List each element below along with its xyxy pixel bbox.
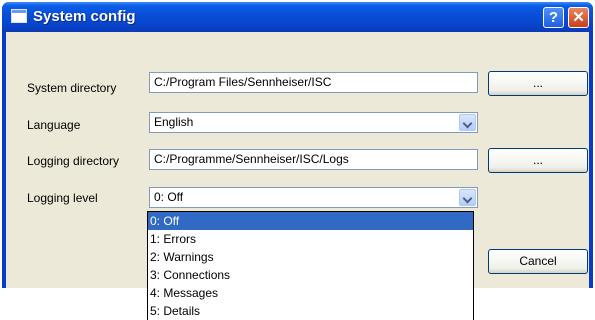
dropdown-option[interactable]: 3: Connections — [148, 266, 473, 284]
language-select[interactable]: English — [149, 112, 478, 133]
title-bar[interactable]: System config ? ✕ — [2, 2, 593, 32]
dropdown-option[interactable]: 2: Warnings — [148, 248, 473, 266]
system-directory-field[interactable]: C:/Program Files/Sennheiser/ISC — [149, 72, 478, 93]
close-button[interactable]: ✕ — [568, 7, 589, 28]
dropdown-option[interactable]: 1: Errors — [148, 230, 473, 248]
help-button[interactable]: ? — [543, 7, 564, 28]
logging-directory-browse-button[interactable]: ... — [488, 148, 588, 173]
logging-level-label: Logging level — [27, 191, 98, 205]
cancel-button[interactable]: Cancel — [488, 249, 588, 274]
chevron-down-icon[interactable] — [459, 189, 476, 206]
logging-directory-label: Logging directory — [27, 154, 120, 168]
system-directory-browse-button[interactable]: ... — [488, 71, 588, 96]
dropdown-option[interactable]: 4: Messages — [148, 284, 473, 302]
dropdown-option[interactable]: 0: Off — [148, 212, 473, 230]
language-value: English — [154, 115, 194, 129]
window-title: System config — [33, 8, 136, 25]
logging-level-dropdown: 0: Off 1: Errors 2: Warnings 3: Connecti… — [147, 211, 474, 320]
dropdown-option[interactable]: 5: Details — [148, 302, 473, 320]
logging-level-value: 0: Off — [154, 190, 184, 204]
logging-level-select[interactable]: 0: Off — [149, 187, 478, 208]
window-icon — [11, 9, 27, 23]
language-label: Language — [27, 118, 81, 132]
system-directory-label: System directory — [27, 81, 117, 95]
logging-directory-field[interactable]: C:/Programme/Sennheiser/ISC/Logs — [149, 149, 478, 170]
chevron-down-icon[interactable] — [459, 114, 476, 131]
